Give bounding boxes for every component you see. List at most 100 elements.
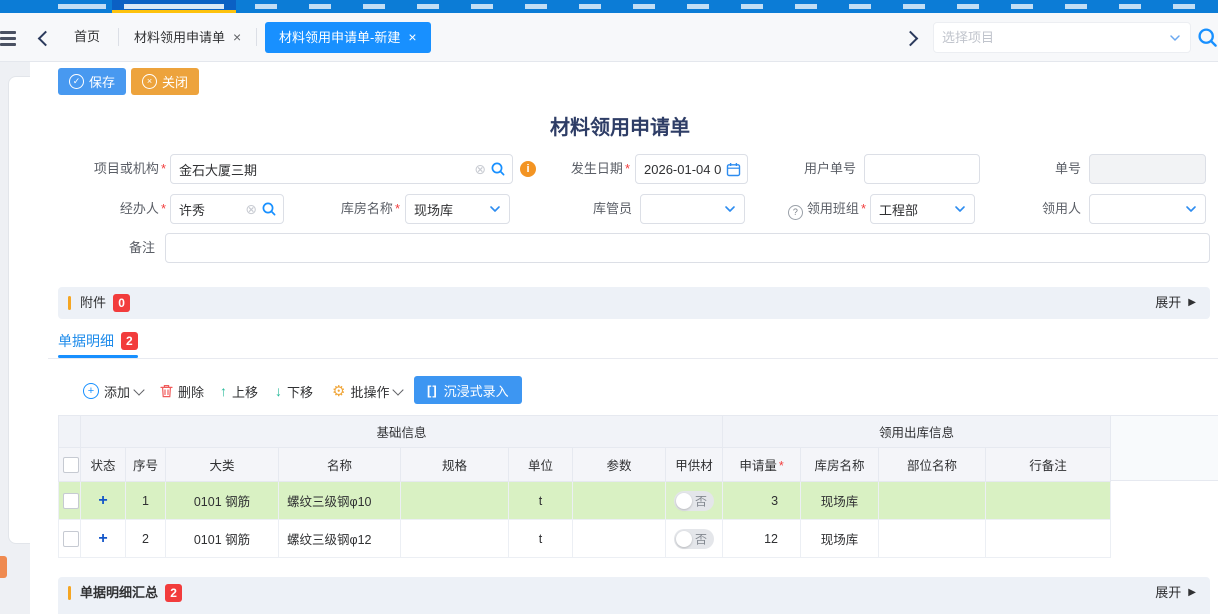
date-input-field[interactable]: [636, 162, 726, 177]
col-status: 状态: [81, 448, 126, 482]
col-seq: 序号: [126, 448, 166, 482]
tab-material-requisition-new[interactable]: 材料领用申请单-新建 ×: [265, 22, 431, 53]
cell-category[interactable]: 0101 钢筋: [166, 482, 279, 520]
close-icon[interactable]: ×: [233, 29, 241, 45]
project-input[interactable]: ⊗: [170, 154, 513, 184]
move-down-button[interactable]: ↓下移: [275, 381, 313, 401]
cell-category[interactable]: 0101 钢筋: [166, 520, 279, 558]
batch-ops-button[interactable]: ⚙批操作: [332, 381, 402, 401]
user-no-input[interactable]: [864, 154, 980, 184]
doc-no-field-label: 单号: [1020, 154, 1081, 184]
col-row-remark: 行备注: [986, 448, 1111, 482]
info-icon[interactable]: i: [520, 161, 536, 177]
date-input[interactable]: [635, 154, 748, 184]
row-checkbox[interactable]: [63, 531, 79, 547]
doc-no-input: [1089, 154, 1206, 184]
delete-button[interactable]: 删除: [160, 381, 204, 401]
team-select[interactable]: 工程部: [870, 194, 975, 224]
row-add-icon[interactable]: +: [98, 492, 107, 509]
remark-input[interactable]: [165, 233, 1210, 263]
select-all-checkbox[interactable]: [63, 457, 79, 473]
attachment-label: 附件 0: [80, 294, 130, 312]
group-header-issue: 领用出库信息: [723, 416, 1111, 448]
cell-warehouse[interactable]: 现场库: [801, 482, 879, 520]
col-name: 名称: [279, 448, 401, 482]
search-icon[interactable]: [1197, 27, 1218, 48]
tab-label: 材料领用申请单-新建: [279, 30, 400, 45]
cell-qty[interactable]: 3: [723, 482, 801, 520]
clear-icon[interactable]: ⊗: [245, 202, 257, 216]
tab-material-requisition[interactable]: 材料领用申请单 ×: [134, 27, 241, 48]
cell-name[interactable]: 螺纹三级钢φ10: [279, 482, 401, 520]
warehouse-select[interactable]: 现场库: [405, 194, 510, 224]
chevron-right-icon[interactable]: [903, 31, 919, 47]
tab-label: 材料领用申请单: [134, 30, 225, 45]
attachment-bar[interactable]: 附件 0 展开▶: [58, 287, 1210, 319]
page-title: 材料领用申请单: [30, 111, 1210, 140]
date-field-label: 发生日期*: [540, 154, 630, 184]
project-select-input[interactable]: [934, 30, 1169, 45]
tab-detail[interactable]: 单据明细2: [58, 331, 138, 351]
project-input-field[interactable]: [171, 162, 474, 177]
summary-bar[interactable]: 单据明细汇总 2 展开▶: [58, 577, 1210, 614]
col-part: 部位名称: [879, 448, 986, 482]
cell-row-remark[interactable]: [986, 482, 1111, 520]
add-button[interactable]: +添加: [83, 381, 143, 401]
chevron-down-icon: [393, 384, 404, 395]
toggle-knob: [676, 493, 692, 509]
help-icon[interactable]: ?: [788, 205, 803, 220]
row-add-icon[interactable]: +: [98, 530, 107, 547]
cell-warehouse[interactable]: 现场库: [801, 520, 879, 558]
cell-name[interactable]: 螺纹三级钢φ12: [279, 520, 401, 558]
cell-spec[interactable]: [401, 520, 509, 558]
close-icon[interactable]: ×: [408, 29, 416, 45]
handler-input[interactable]: ⊗: [170, 194, 284, 224]
top-nav-active-item[interactable]: [112, 0, 236, 13]
cell-spec[interactable]: [401, 482, 509, 520]
chevron-down-icon[interactable]: [1169, 32, 1181, 44]
table-row[interactable]: + 1 0101 钢筋 螺纹三级钢φ10 t 否 3 现场库: [59, 482, 1111, 520]
summary-expand-button[interactable]: 展开▶: [1155, 584, 1196, 602]
keeper-select[interactable]: [640, 194, 745, 224]
cell-unit[interactable]: t: [509, 482, 573, 520]
cell-part[interactable]: [879, 482, 986, 520]
close-button-label: 关闭: [162, 72, 188, 91]
search-icon[interactable]: [261, 201, 277, 217]
cell-qty[interactable]: 12: [723, 520, 801, 558]
arrow-down-icon: ↓: [275, 383, 282, 399]
clear-icon[interactable]: ⊗: [474, 162, 486, 176]
save-button[interactable]: ✓保存: [58, 68, 126, 95]
attachment-expand-button[interactable]: 展开▶: [1155, 294, 1196, 312]
menu-icon[interactable]: [0, 28, 16, 46]
search-icon[interactable]: [490, 161, 506, 177]
fullscreen-brackets-icon: []: [427, 383, 438, 398]
left-rail-marker: [0, 556, 7, 578]
table-row[interactable]: + 2 0101 钢筋 螺纹三级钢φ12 t 否 12 现场库: [59, 520, 1111, 558]
col-category: 大类: [166, 448, 279, 482]
cell-part[interactable]: [879, 520, 986, 558]
cell-param[interactable]: [573, 482, 666, 520]
immersive-entry-button[interactable]: []沉浸式录入: [414, 376, 522, 404]
recipient-select[interactable]: [1089, 194, 1206, 224]
close-button[interactable]: ×关闭: [131, 68, 199, 95]
tab-home[interactable]: 首页: [74, 27, 100, 47]
expand-arrow-icon: ▶: [1188, 584, 1196, 602]
cell-seq: 1: [126, 482, 166, 520]
handler-input-field[interactable]: [171, 202, 245, 217]
owner-supplied-toggle[interactable]: 否: [674, 529, 714, 549]
project-select[interactable]: [933, 22, 1191, 53]
calendar-icon[interactable]: [726, 162, 741, 177]
col-owner-supplied: 甲供材: [666, 448, 723, 482]
remark-input-field[interactable]: [166, 241, 1209, 256]
owner-supplied-toggle[interactable]: 否: [674, 491, 714, 511]
chevron-down-icon: [133, 384, 144, 395]
cell-row-remark[interactable]: [986, 520, 1111, 558]
cell-unit[interactable]: t: [509, 520, 573, 558]
row-checkbox[interactable]: [63, 493, 79, 509]
user-no-input-field[interactable]: [865, 162, 979, 177]
cell-param[interactable]: [573, 520, 666, 558]
chevron-left-icon[interactable]: [38, 31, 54, 47]
move-up-button[interactable]: ↑上移: [220, 381, 258, 401]
table-header-row: 状态 序号 大类 名称 规格 单位 参数 甲供材 申请量* 库房名称 部位名称 …: [59, 448, 1111, 482]
chevron-down-icon: [489, 203, 501, 215]
